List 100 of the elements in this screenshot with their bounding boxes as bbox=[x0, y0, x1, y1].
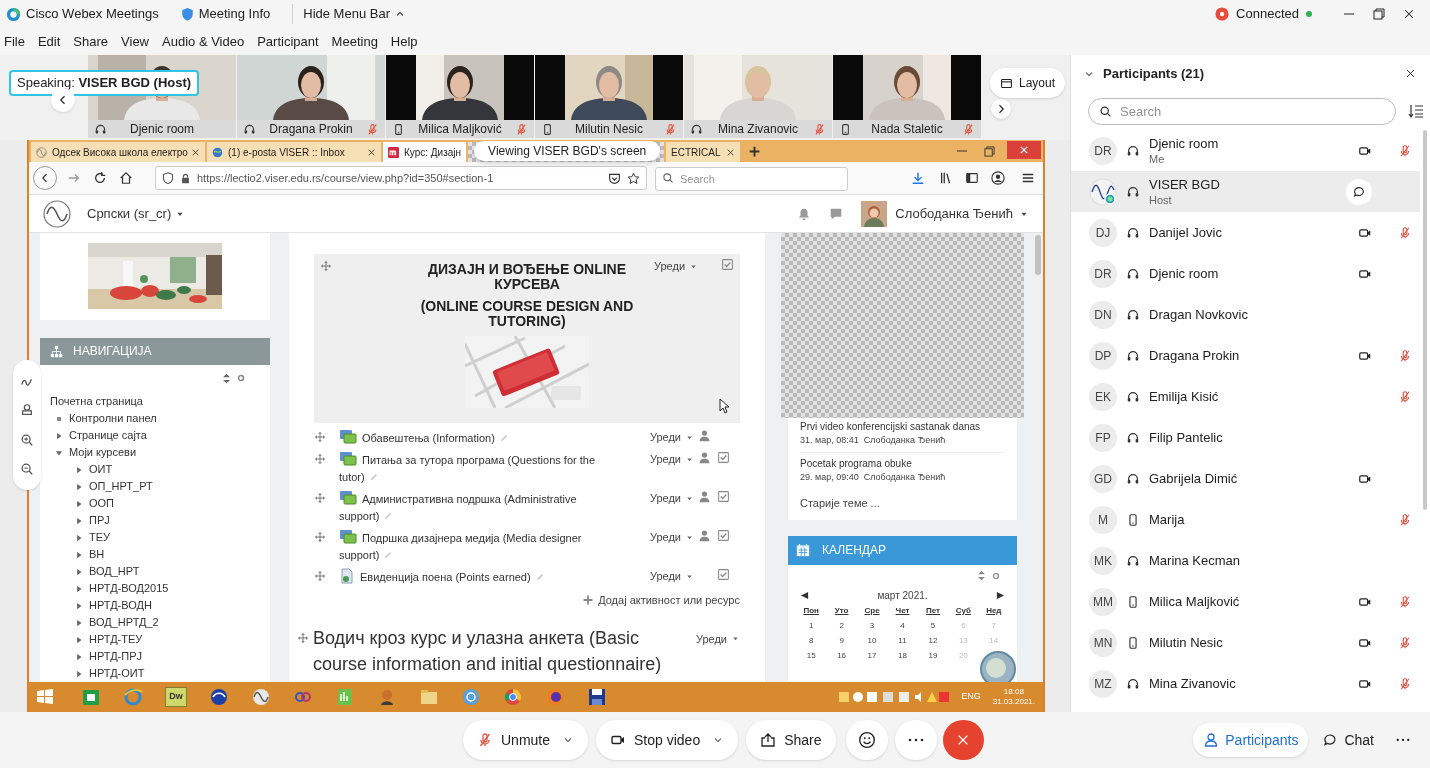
activity-link[interactable]: Обавештења (Information) bbox=[339, 429, 599, 447]
collapsed-arrow-icon[interactable] bbox=[74, 549, 84, 560]
collapsed-arrow-icon[interactable] bbox=[74, 651, 84, 662]
participant-row[interactable]: VISER BGD Host bbox=[1071, 171, 1420, 212]
menu-item[interactable]: Share bbox=[73, 31, 109, 52]
participant-row[interactable]: FP Filip Pantelic bbox=[1071, 417, 1420, 458]
nav-link[interactable]: НРТД-ОИТ bbox=[89, 665, 145, 682]
participant-row[interactable]: DP Dragana Prokin bbox=[1071, 335, 1420, 376]
scrollbar[interactable] bbox=[1423, 130, 1427, 510]
calendar-day[interactable]: 9 bbox=[826, 634, 857, 647]
home-icon[interactable] bbox=[119, 171, 133, 185]
previous-button[interactable] bbox=[51, 88, 75, 112]
person-icon[interactable] bbox=[698, 490, 711, 503]
zoom-in-icon[interactable] bbox=[20, 432, 34, 447]
edit-menu[interactable]: Уреди bbox=[649, 529, 694, 546]
edit-menu[interactable]: Уреди bbox=[654, 258, 699, 275]
move-arrows-icon[interactable] bbox=[976, 570, 987, 581]
layout-button[interactable]: Layout bbox=[990, 68, 1066, 98]
collapsed-arrow-icon[interactable] bbox=[74, 464, 84, 475]
nav-link[interactable]: ОИТ bbox=[89, 461, 113, 478]
calendar-day[interactable]: 1 bbox=[796, 619, 827, 632]
calendar-day[interactable]: 4 bbox=[887, 619, 918, 632]
collapsed-arrow-icon[interactable] bbox=[54, 430, 64, 441]
calendar-day[interactable]: 12 bbox=[917, 634, 949, 647]
nav-link[interactable]: ВН bbox=[89, 546, 105, 563]
menu-item[interactable]: Edit bbox=[37, 31, 61, 52]
menu-item[interactable]: Audio & Video bbox=[162, 31, 245, 52]
calendar-day[interactable]: 18 bbox=[887, 649, 918, 662]
menu-icon[interactable] bbox=[1021, 171, 1035, 185]
nav-link[interactable]: НРТД-ТЕУ bbox=[89, 631, 143, 648]
participant-row[interactable]: DR Djenic room bbox=[1071, 253, 1420, 294]
activity-link[interactable]: Евиденција поена (Points earned) bbox=[339, 568, 599, 586]
meeting-info-button[interactable]: Meeting Info bbox=[180, 4, 271, 24]
collapsed-arrow-icon[interactable] bbox=[74, 617, 84, 628]
edit-menu[interactable]: Уреди bbox=[649, 490, 694, 507]
move-icon[interactable] bbox=[314, 531, 326, 543]
nav-link[interactable]: ПРЈ bbox=[89, 512, 110, 529]
nav-link[interactable]: ВОД_НРТД_2 bbox=[89, 614, 159, 631]
add-activity-link[interactable]: Додај активност или ресурс bbox=[582, 592, 740, 609]
completion-checkbox-icon[interactable] bbox=[717, 568, 730, 581]
unmute-button[interactable]: Unmute bbox=[463, 720, 589, 760]
post-title-link[interactable]: Pocetak programa obuke bbox=[800, 455, 1005, 471]
address-bar[interactable]: https://lectio2.viser.edu.rs/course/view.php?id=350#section-1 bbox=[155, 166, 647, 190]
nav-link[interactable]: Моји курсеви bbox=[69, 444, 137, 461]
move-arrows-icon[interactable] bbox=[221, 372, 232, 384]
move-icon[interactable] bbox=[314, 431, 326, 443]
browser-tab[interactable]: ECTRICAL bbox=[666, 142, 740, 162]
participant-row[interactable]: DR Djenic room Me bbox=[1071, 130, 1420, 171]
nav-link[interactable]: ТЕУ bbox=[89, 529, 111, 546]
nav-link[interactable]: Почетна страница bbox=[50, 393, 143, 410]
calendar-day[interactable]: 17 bbox=[856, 649, 888, 662]
windows-logo-icon[interactable] bbox=[35, 687, 55, 707]
forward-icon[interactable] bbox=[67, 171, 81, 185]
calendar-day[interactable]: 5 bbox=[917, 619, 949, 632]
calendar-day[interactable]: 19 bbox=[917, 649, 949, 662]
activity-link[interactable]: Административна подршка (Administrative support) bbox=[339, 490, 599, 525]
star-icon[interactable] bbox=[627, 171, 640, 185]
collapsed-arrow-icon[interactable] bbox=[74, 583, 84, 594]
participant-row[interactable]: M Marija bbox=[1071, 499, 1420, 540]
participant-row[interactable]: MN Milutin Nesic bbox=[1071, 622, 1420, 663]
nav-link[interactable]: ООП bbox=[89, 495, 115, 512]
nav-link[interactable]: Странице сајта bbox=[69, 427, 147, 444]
participant-row[interactable]: DN Dragan Novkovic bbox=[1071, 294, 1420, 335]
move-icon[interactable] bbox=[314, 570, 326, 582]
app-icon[interactable] bbox=[587, 687, 607, 707]
move-icon[interactable] bbox=[320, 260, 332, 272]
chat-icon[interactable] bbox=[829, 206, 844, 221]
menu-item[interactable]: File bbox=[4, 31, 25, 52]
nav-link[interactable]: Контролни панел bbox=[69, 410, 157, 427]
calendar-day[interactable]: 3 bbox=[856, 619, 888, 632]
completion-checkbox-icon[interactable] bbox=[717, 451, 730, 464]
move-icon[interactable] bbox=[314, 492, 326, 504]
chat-panel-button[interactable]: Chat bbox=[1312, 723, 1384, 757]
collapsed-arrow-icon[interactable] bbox=[74, 600, 84, 611]
edit-menu[interactable]: Уреди bbox=[649, 451, 694, 468]
app-icon[interactable] bbox=[251, 687, 271, 707]
leave-button[interactable] bbox=[942, 720, 984, 760]
browser-tab[interactable]: Курс: Дизајн bbox=[383, 142, 467, 162]
download-icon[interactable] bbox=[911, 171, 925, 185]
menu-item[interactable]: Meeting bbox=[331, 31, 378, 52]
search-field[interactable]: Search bbox=[1088, 97, 1396, 125]
calendar-day[interactable]: 15 bbox=[796, 649, 827, 662]
calendar-day[interactable]: 8 bbox=[796, 634, 827, 647]
calendar-day[interactable]: 2 bbox=[826, 619, 857, 632]
reload-icon[interactable] bbox=[93, 171, 107, 185]
chat-button[interactable] bbox=[1346, 178, 1372, 205]
next-month-icon[interactable] bbox=[996, 591, 1005, 600]
sort-icon[interactable] bbox=[1408, 103, 1424, 119]
completion-checkbox-icon[interactable] bbox=[717, 529, 730, 542]
next-button[interactable] bbox=[991, 99, 1011, 119]
calendar-day[interactable]: 11 bbox=[887, 634, 918, 647]
participant-row[interactable]: EK Emilija Kisić bbox=[1071, 376, 1420, 417]
completion-checkbox-icon[interactable] bbox=[721, 258, 734, 271]
completion-checkbox-icon[interactable] bbox=[717, 490, 730, 503]
nav-link[interactable]: НРТД-ВОД2015 bbox=[89, 580, 169, 597]
previous-month-icon[interactable] bbox=[800, 591, 809, 600]
person-icon[interactable] bbox=[698, 429, 711, 442]
older-topics-link[interactable]: Старије теме ... bbox=[800, 495, 1005, 512]
library-icon[interactable] bbox=[939, 171, 953, 185]
collapsed-arrow-icon[interactable] bbox=[74, 532, 84, 543]
